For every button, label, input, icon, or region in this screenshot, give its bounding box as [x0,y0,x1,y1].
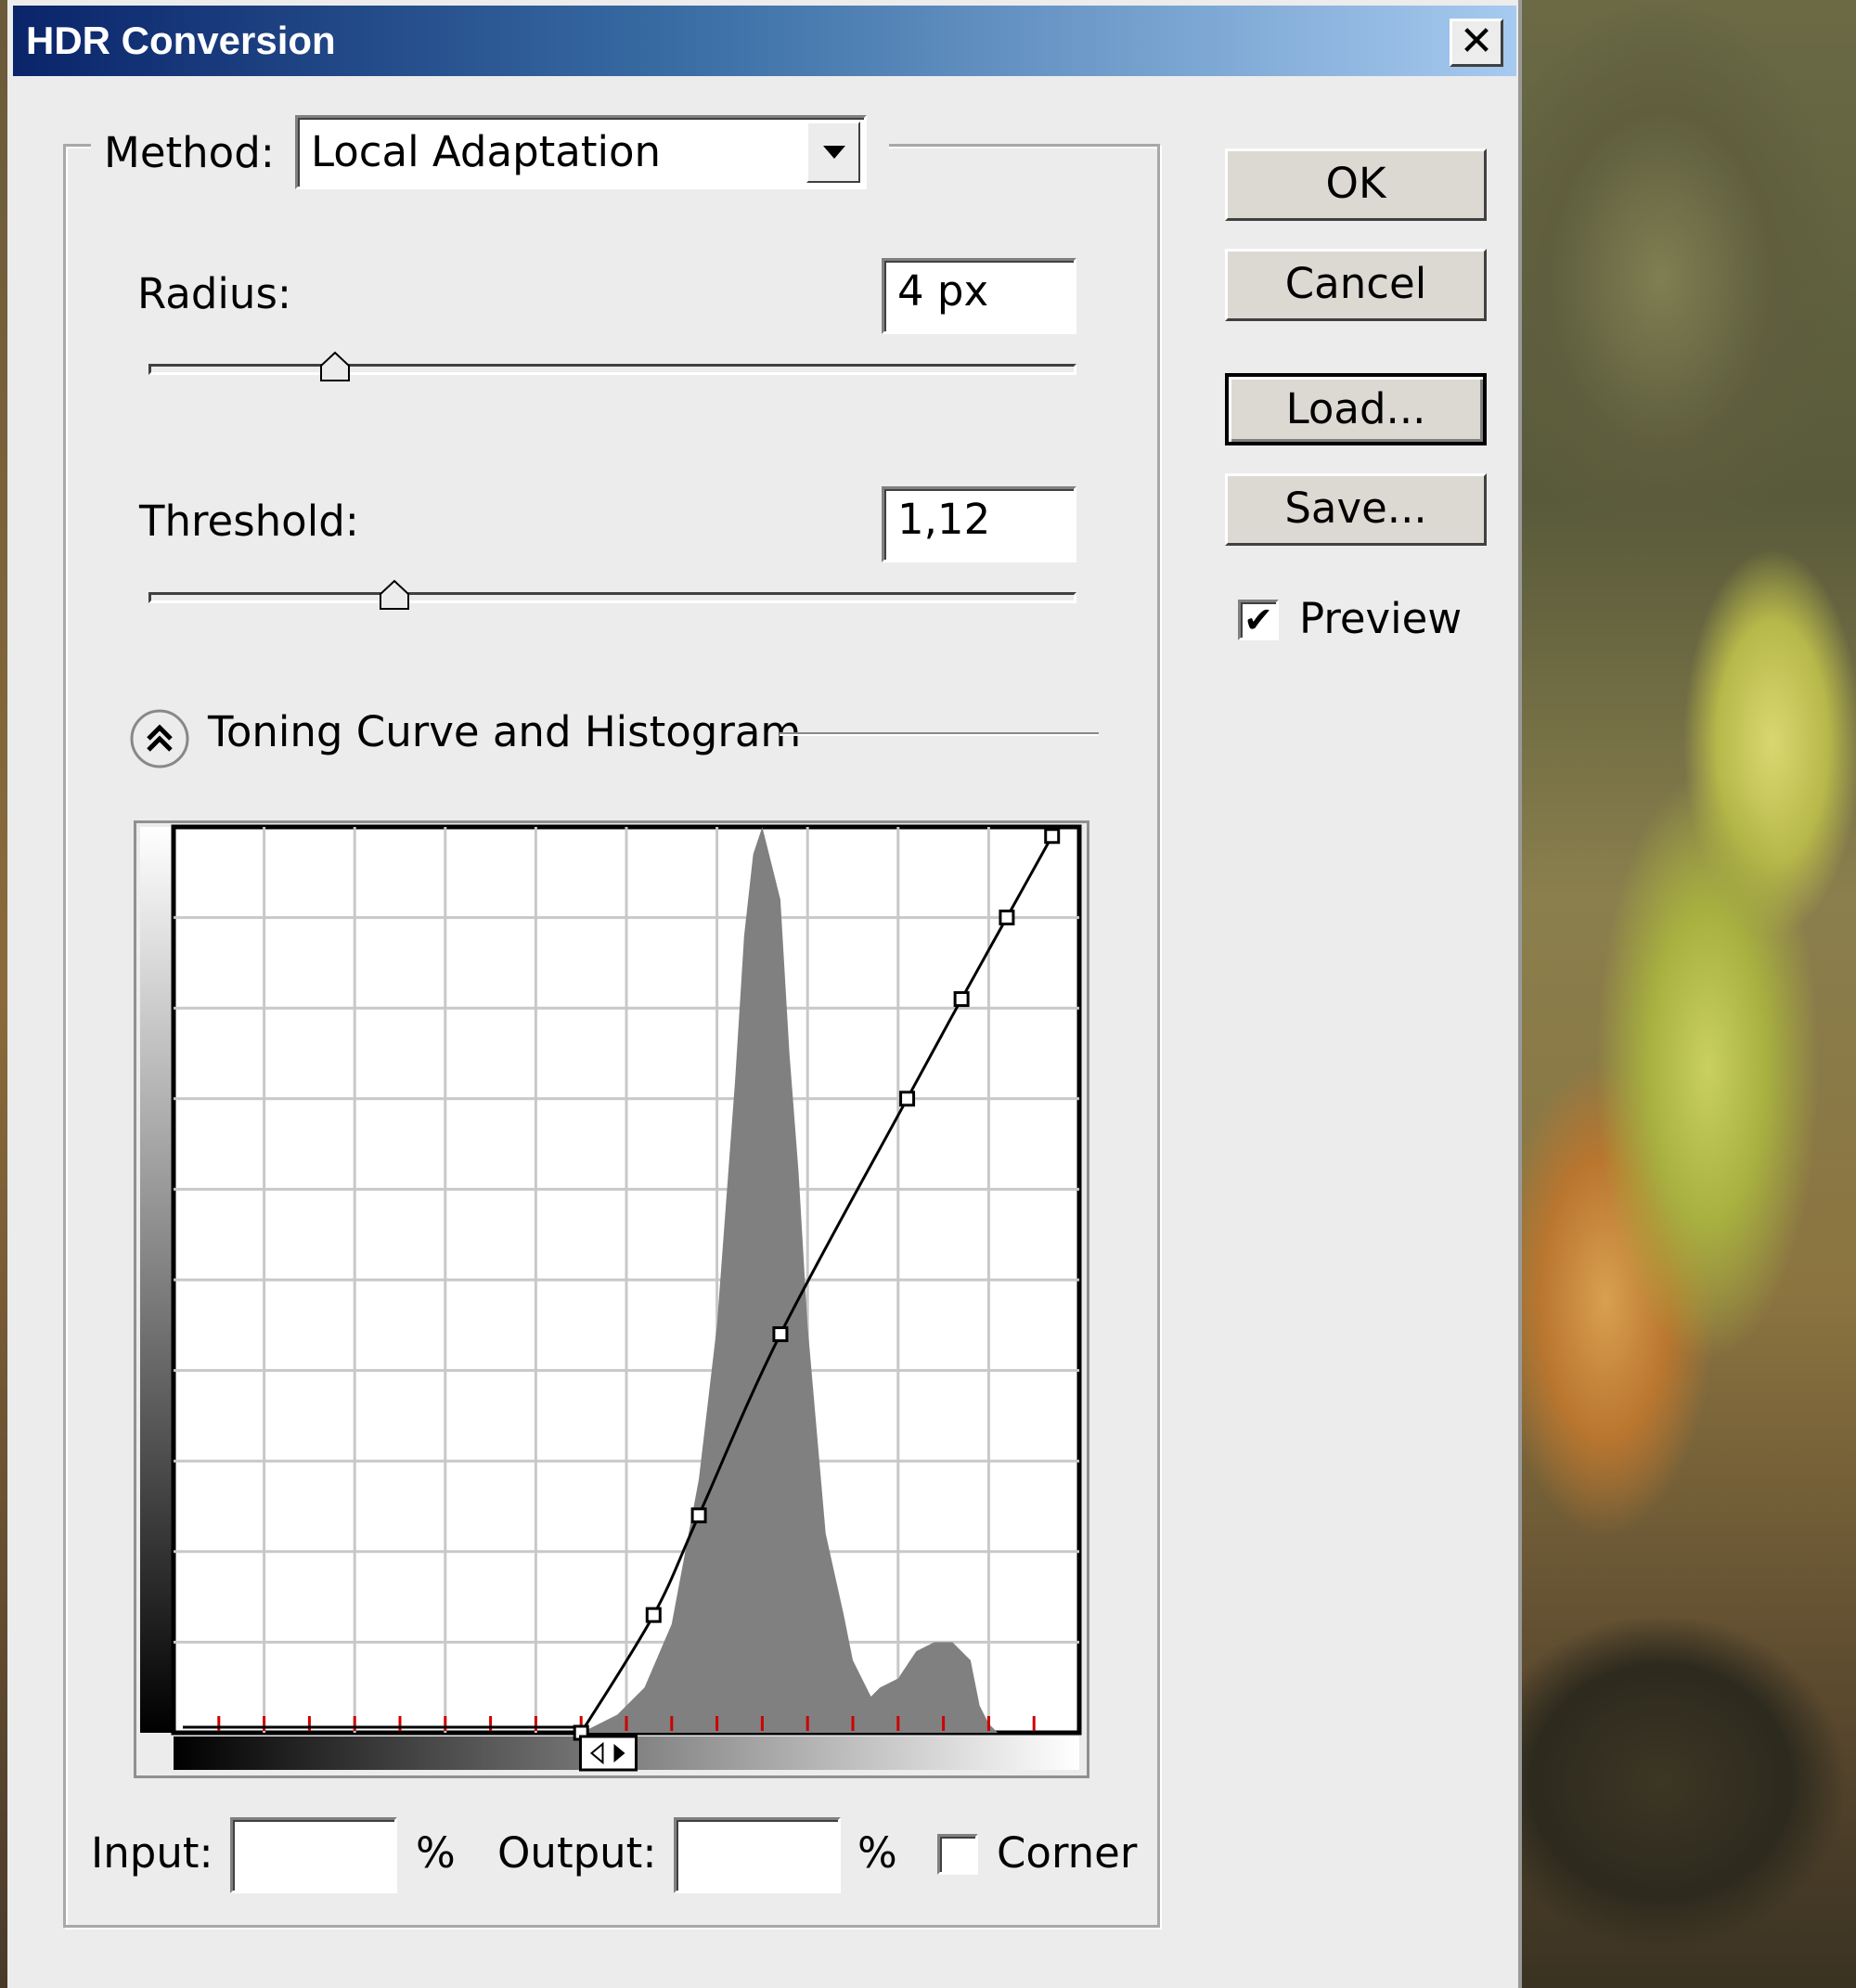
ok-button[interactable]: OK [1225,148,1487,221]
curve-control-point[interactable] [690,1507,707,1524]
corner-label: Corner [997,1828,1138,1878]
curve-control-point[interactable] [999,910,1015,926]
curve-control-point[interactable] [899,1091,916,1107]
threshold-slider-thumb[interactable] [379,579,410,611]
radius-field[interactable]: 4 px [882,258,1076,334]
window-title: HDR Conversion [26,19,336,62]
radius-label: Radius: [137,269,292,318]
section-divider [780,732,1099,736]
load-button[interactable]: Load... [1225,373,1487,445]
background-fern-photo [1522,0,1856,1988]
chevron-down-icon[interactable] [806,122,860,183]
close-button[interactable]: ✕ [1450,19,1503,67]
threshold-slider-track[interactable] [148,592,1076,603]
method-value: Local Adaptation [311,127,662,176]
method-dropdown[interactable]: Local Adaptation [295,115,867,189]
threshold-label: Threshold: [139,497,359,546]
hdr-conversion-dialog: HDR Conversion ✕ Method: Local Adaptatio… [7,0,1522,1988]
output-gradient-bar [140,827,174,1733]
toning-curve-editor[interactable] [134,820,1089,1778]
input-label: Input: [91,1828,213,1878]
background-strip [0,0,7,1988]
toning-curve-chart[interactable] [136,823,1087,1775]
curve-control-point[interactable] [772,1326,789,1343]
cancel-button[interactable]: Cancel [1225,249,1487,321]
black-point-handle [578,1735,638,1772]
title-bar[interactable]: HDR Conversion ✕ [13,6,1516,76]
curve-control-point[interactable] [953,990,970,1007]
double-chevron-up-icon[interactable] [128,707,191,770]
radius-slider-track[interactable] [148,364,1076,375]
input-field[interactable] [230,1817,397,1893]
output-unit: % [857,1828,897,1878]
preview-label: Preview [1299,594,1463,643]
radius-slider-thumb[interactable] [319,351,351,382]
black-point-slider[interactable] [578,1735,638,1772]
corner-checkbox[interactable] [937,1834,978,1875]
toning-section-label: Toning Curve and Histogram [208,707,802,756]
output-label: Output: [497,1828,657,1878]
checkmark-icon: ✔ [1244,600,1273,640]
threshold-field[interactable]: 1,12 [882,486,1076,562]
output-field[interactable] [674,1817,841,1893]
close-icon: ✕ [1459,18,1494,65]
input-unit: % [416,1828,456,1878]
radius-value: 4 px [897,266,989,316]
curve-control-point[interactable] [645,1607,662,1623]
threshold-value: 1,12 [897,495,991,544]
preview-checkbox[interactable]: ✔ [1238,600,1279,640]
curve-control-point[interactable] [1044,828,1061,845]
method-label: Method: [104,128,275,177]
save-button[interactable]: Save... [1225,473,1487,546]
